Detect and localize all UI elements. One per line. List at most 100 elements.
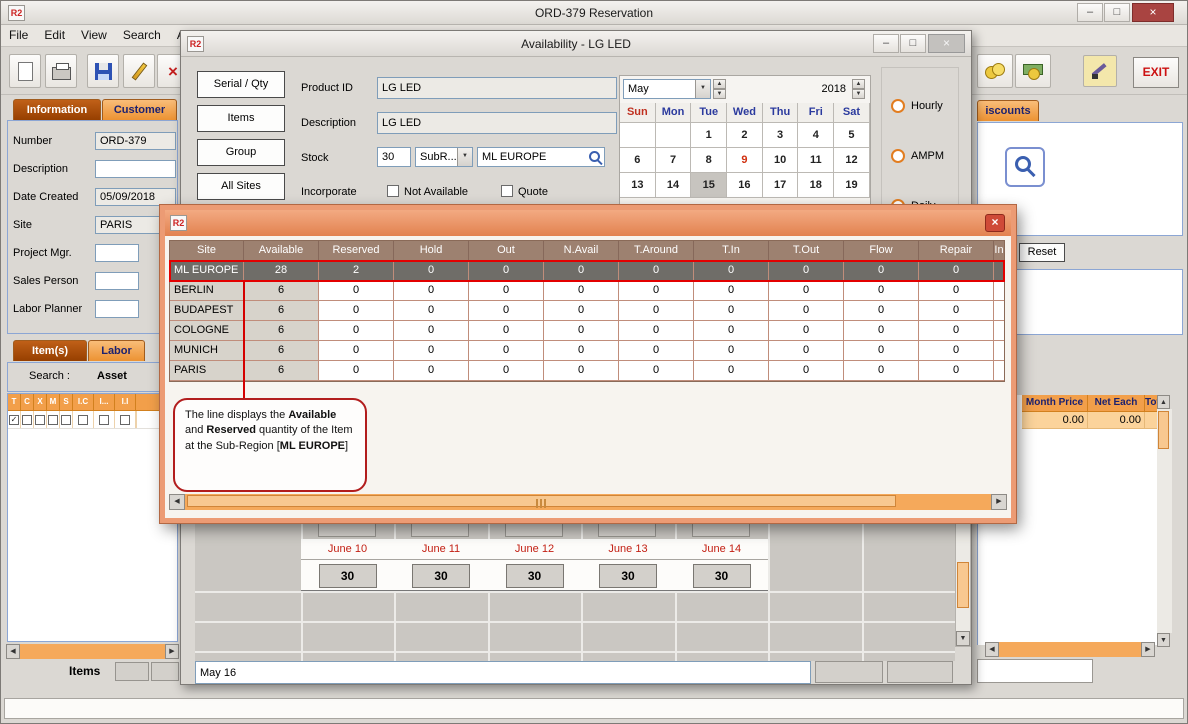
items-h-scrollbar[interactable]: ◀ ▶ [6,644,179,659]
not-available-checkbox[interactable] [387,185,399,197]
menu-edit[interactable]: Edit [36,25,73,45]
date-cell[interactable] [656,123,692,148]
date-cell-selected[interactable]: 15 [691,173,727,198]
availability-day-button[interactable]: 30 [599,564,657,588]
availability-day-button[interactable]: 30 [319,564,377,588]
chevron-down-icon[interactable]: ▼ [457,148,472,166]
all-sites-button[interactable]: All Sites [197,173,285,200]
availability-close-button[interactable]: × [928,34,965,53]
field-project-mgr-input[interactable] [95,244,139,262]
date-cell[interactable] [620,123,656,148]
grid-checkbox-m[interactable] [48,415,58,425]
col-net-each[interactable]: Net Each [1088,395,1145,412]
edit-button[interactable] [123,54,155,88]
date-cell[interactable]: 4 [798,123,834,148]
availability-day-button[interactable]: 30 [693,564,751,588]
month-dropdown[interactable]: May ▼ [623,79,711,99]
date-cell[interactable]: 12 [834,148,870,173]
sku-h-scrollbar[interactable]: ◀ ▶ [169,494,1007,510]
sku-row-ml-europe[interactable]: ML EUROPE 28 2 0 0 0 0 0 0 0 0 [170,261,1004,281]
main-minimize-button[interactable]: – [1077,3,1103,22]
scrollbar-thumb[interactable] [1158,411,1169,449]
spin-up-icon[interactable]: ▲ [852,79,865,89]
scroll-right-icon[interactable]: ▶ [1141,642,1155,657]
date-cell[interactable]: 18 [798,173,834,198]
col-header-reserved[interactable]: Reserved [319,241,394,261]
tab-information[interactable]: Information [13,99,101,120]
spin-down-icon[interactable]: ▼ [713,89,726,99]
availability-day-button[interactable]: 30 [412,564,470,588]
col-header-hold[interactable]: Hold [394,241,469,261]
field-labor-planner-input[interactable] [95,300,139,318]
date-cell[interactable]: 8 [691,148,727,173]
items-button[interactable]: Items [197,105,285,132]
col-month-price[interactable]: Month Price [1022,395,1088,412]
footer-field-1[interactable] [815,661,883,683]
serial-qty-button[interactable]: Serial / Qty [197,71,285,98]
items-field-1[interactable] [115,662,149,681]
region-search-icon[interactable] [589,151,600,162]
date-cell[interactable]: 6 [620,148,656,173]
date-cell[interactable]: 19 [834,173,870,198]
reset-button[interactable]: Reset [1019,243,1065,262]
chevron-down-icon[interactable]: ▼ [695,80,710,98]
date-cell[interactable]: 17 [763,173,799,198]
grid-col-c[interactable]: C [21,394,34,411]
year-value[interactable]: 2018 [790,83,846,95]
grid-checkbox-s[interactable] [61,415,71,425]
tab-customer[interactable]: Customer [102,99,177,120]
col-header-taround[interactable]: T.Around [619,241,694,261]
mode-hourly-radio[interactable] [891,99,905,113]
date-cell-today[interactable]: 9 [727,148,763,173]
menu-search[interactable]: Search [115,25,169,45]
spin-up-icon[interactable]: ▲ [713,79,726,89]
grid-col-m[interactable]: M [47,394,60,411]
scrollbar-thumb[interactable] [957,562,969,608]
availability-titlebar[interactable]: R2 Availability - LG LED – □ × [181,31,971,57]
field-sales-person-input[interactable] [95,272,139,290]
main-close-button[interactable]: × [1132,3,1174,22]
col-header-tout[interactable]: T.Out [769,241,844,261]
footer-field-2[interactable] [887,661,953,683]
col-header-available[interactable]: Available [244,241,319,261]
col-header-out[interactable]: Out [469,241,544,261]
exit-button[interactable]: EXIT [1133,57,1179,88]
sku-row-budapest[interactable]: BUDAPEST 6 0 0 0 0 0 0 0 0 0 [170,301,1004,321]
date-cell[interactable]: 13 [620,173,656,198]
customer-search-button[interactable] [1005,147,1045,187]
tab-discounts[interactable]: iscounts [977,100,1039,121]
date-cell[interactable]: 7 [656,148,692,173]
sku-row-paris[interactable]: PARIS 6 0 0 0 0 0 0 0 0 0 [170,361,1004,381]
date-cell[interactable]: 16 [727,173,763,198]
menu-file[interactable]: File [1,25,36,45]
tab-items[interactable]: Item(s) [13,340,87,361]
save-button[interactable] [87,54,119,88]
scrollbar-track[interactable] [999,642,1141,657]
cash-button[interactable] [1015,54,1051,88]
grid-col-ic[interactable]: I.C [73,394,94,411]
scroll-right-icon[interactable]: ▶ [991,494,1007,510]
availability-day-button[interactable]: 30 [506,564,564,588]
scrollbar-track[interactable] [1157,409,1172,633]
scroll-left-icon[interactable]: ◀ [985,642,999,657]
items-grid-row[interactable]: ✓ [8,411,177,429]
scroll-right-icon[interactable]: ▶ [165,644,179,659]
field-date-created-input[interactable]: 05/09/2018 [95,188,176,206]
grid-checkbox-x[interactable] [35,415,45,425]
month-spinner[interactable]: ▲ ▼ [713,79,726,99]
scroll-left-icon[interactable]: ◀ [169,494,185,510]
scroll-down-icon[interactable]: ▼ [1157,633,1170,647]
mode-ampm-radio[interactable] [891,149,905,163]
col-header-navail[interactable]: N.Avail [544,241,619,261]
scrollbar-track[interactable] [20,644,165,659]
grid-checkbox-c[interactable] [22,415,32,425]
year-spinner[interactable]: ▲ ▼ [852,79,865,99]
tab-labor[interactable]: Labor [88,340,145,361]
col-header-tin[interactable]: T.In [694,241,769,261]
scroll-up-icon[interactable]: ▲ [1157,395,1170,409]
spin-down-icon[interactable]: ▼ [852,89,865,99]
scroll-left-icon[interactable]: ◀ [6,644,20,659]
scrollbar-thumb[interactable] [187,495,896,507]
scrollbar-track[interactable] [185,494,991,510]
col-header-site[interactable]: Site [170,241,244,261]
